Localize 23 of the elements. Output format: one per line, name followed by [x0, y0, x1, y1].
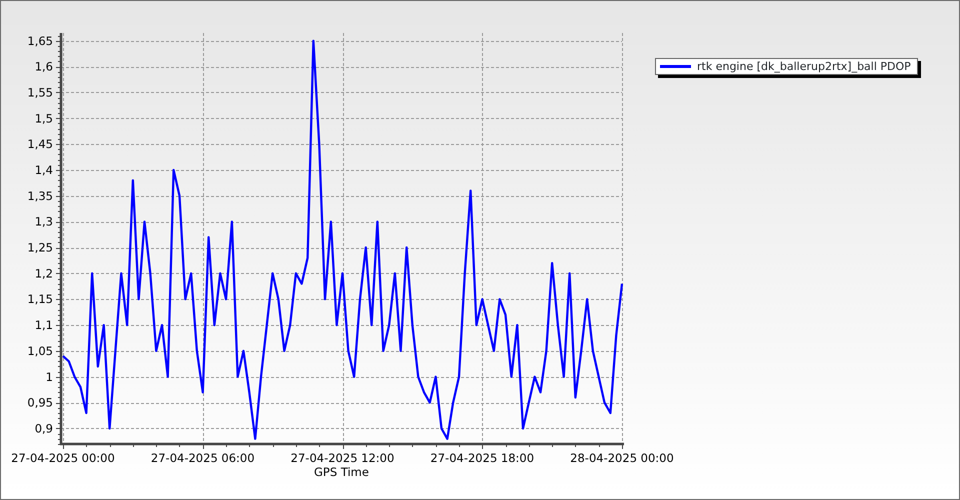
- axis-title: GPS Time: [314, 465, 369, 479]
- legend-label: rtk engine [dk_ballerup2rtx]_ball PDOP: [697, 61, 911, 72]
- tick-label: 1,05: [27, 344, 53, 358]
- tick-label: 27-04-2025 18:00: [430, 451, 534, 465]
- tick-label: 1,55: [27, 85, 53, 100]
- tick-label: 1,45: [27, 137, 53, 152]
- tick-label: 0,95: [27, 396, 53, 410]
- tick-label: 27-04-2025 06:00: [150, 451, 255, 465]
- tick-label: 1,3: [34, 214, 53, 229]
- tick-label: 1,65: [27, 34, 53, 48]
- tick-label: 1,35: [27, 188, 53, 203]
- tick-label: 1: [46, 370, 53, 384]
- tick-label: 27-04-2025 00:00: [11, 451, 115, 465]
- tick-label: 1,1: [34, 318, 53, 332]
- tick-label: 28-04-2025 00:00: [570, 451, 674, 465]
- tick-label: 1,5: [34, 111, 53, 126]
- tick-label: 0,9: [34, 422, 53, 436]
- tick-label: 1,6: [34, 60, 53, 74]
- tick-label: 1,25: [27, 240, 53, 255]
- tick-label: 1,2: [34, 266, 53, 280]
- tick-label: 1,4: [34, 163, 53, 177]
- tick-label: 1,15: [27, 292, 53, 306]
- tick-label: 27-04-2025 12:00: [290, 451, 394, 465]
